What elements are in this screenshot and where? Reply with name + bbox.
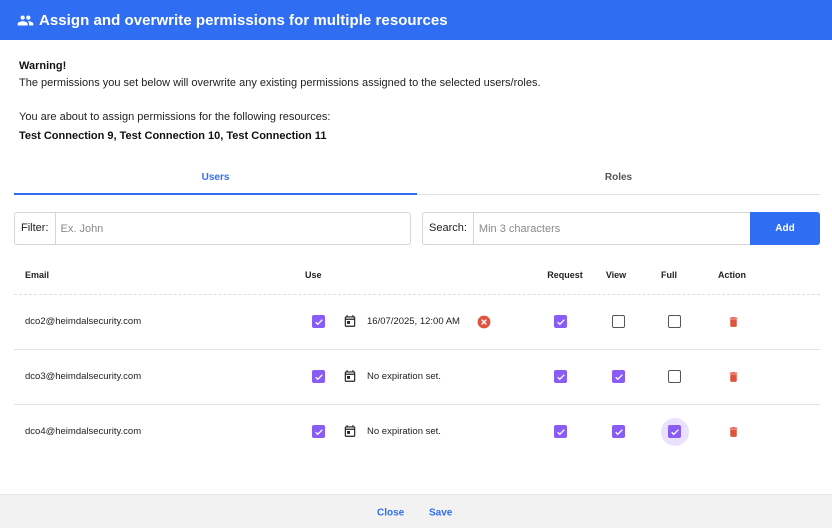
delete-icon[interactable]: [727, 315, 740, 329]
column-header-request: Request: [547, 270, 583, 280]
save-button[interactable]: Save: [429, 508, 452, 519]
search-field: Search:: [422, 212, 750, 245]
full-checkbox[interactable]: [668, 425, 681, 438]
checkmark-icon: [314, 428, 323, 435]
use-checkbox[interactable]: [312, 425, 325, 438]
full-checkbox[interactable]: [668, 370, 681, 383]
expiration-date: 16/07/2025, 12:00 AM: [367, 316, 460, 327]
row-divider: [14, 349, 820, 350]
filter-field: Filter:: [14, 212, 411, 245]
dialog-title: Assign and overwrite permissions for mul…: [39, 11, 448, 29]
row-divider: [14, 404, 820, 405]
tabs: Users Roles: [14, 166, 820, 195]
users-group-icon: [17, 15, 34, 25]
delete-icon[interactable]: [727, 425, 740, 439]
row-email: dco3@heimdalsecurity.com: [25, 371, 142, 382]
checkmark-icon: [556, 428, 565, 435]
row-divider: [14, 294, 820, 295]
column-header-action: Action: [718, 270, 746, 280]
checkmark-icon: [614, 428, 623, 435]
expiration-date: No expiration set.: [367, 371, 441, 382]
calendar-icon[interactable]: [343, 369, 357, 383]
row-email: dco4@heimdalsecurity.com: [25, 426, 142, 437]
request-checkbox[interactable]: [554, 425, 567, 438]
add-button[interactable]: Add: [750, 212, 820, 245]
clear-expiration-icon[interactable]: [477, 315, 491, 329]
tab-roles[interactable]: Roles: [417, 166, 820, 194]
column-header-use: Use: [305, 270, 322, 280]
resources-intro: You are about to assign permissions for …: [19, 111, 331, 123]
calendar-icon[interactable]: [343, 314, 357, 328]
resources-list: Test Connection 9, Test Connection 10, T…: [19, 130, 327, 142]
delete-icon[interactable]: [727, 370, 740, 384]
use-checkbox[interactable]: [312, 370, 325, 383]
filter-input[interactable]: [55, 213, 410, 244]
checkmark-icon: [556, 318, 565, 325]
checkmark-icon: [314, 373, 323, 380]
view-checkbox[interactable]: [612, 425, 625, 438]
search-input[interactable]: [473, 213, 750, 244]
dialog-footer: [0, 494, 832, 528]
request-checkbox[interactable]: [554, 370, 567, 383]
full-checkbox[interactable]: [668, 315, 681, 328]
warning-title: Warning!: [19, 60, 67, 72]
tab-users[interactable]: Users: [14, 166, 417, 195]
row-email: dco2@heimdalsecurity.com: [25, 316, 142, 327]
column-header-full: Full: [661, 270, 677, 280]
warning-text: The permissions you set below will overw…: [19, 77, 541, 89]
checkmark-icon: [314, 318, 323, 325]
request-checkbox[interactable]: [554, 315, 567, 328]
expiration-date: No expiration set.: [367, 426, 441, 437]
use-checkbox[interactable]: [312, 315, 325, 328]
checkmark-icon: [556, 373, 565, 380]
checkmark-icon: [670, 428, 679, 435]
column-header-view: View: [605, 270, 627, 280]
calendar-icon[interactable]: [343, 424, 357, 438]
view-checkbox[interactable]: [612, 315, 625, 328]
column-header-email: Email: [25, 270, 50, 280]
view-checkbox[interactable]: [612, 370, 625, 383]
close-button[interactable]: Close: [377, 508, 404, 519]
search-label: Search:: [423, 213, 474, 244]
filter-label: Filter:: [15, 213, 56, 244]
checkmark-icon: [614, 373, 623, 380]
dialog-header: Assign and overwrite permissions for mul…: [0, 0, 832, 40]
